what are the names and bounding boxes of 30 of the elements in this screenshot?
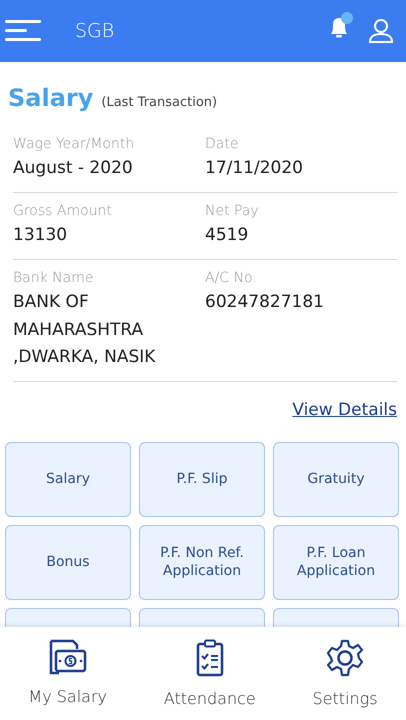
menu-tile[interactable]: P.F. Non Ref. Application bbox=[139, 524, 265, 600]
money-icon bbox=[48, 639, 87, 675]
menu-icon[interactable] bbox=[5, 20, 41, 42]
section-subtitle: (Last Transaction) bbox=[101, 95, 218, 110]
settings-icon bbox=[326, 639, 364, 677]
menu-tile[interactable]: P.F. Slip bbox=[139, 442, 265, 517]
field-label: Net Pay bbox=[205, 203, 260, 220]
field-label: Gross Amount bbox=[13, 203, 113, 220]
field-value: BANK OF MAHARASHTRA ,DWARKA, NASIK bbox=[13, 291, 156, 369]
field-label: A/C No. bbox=[205, 270, 258, 286]
field-label: Date bbox=[205, 136, 240, 152]
menu-tile[interactable]: Salary bbox=[5, 442, 131, 517]
section-title: Salary bbox=[8, 84, 94, 112]
app-title: SGB bbox=[75, 20, 114, 42]
field-label: Bank Name bbox=[13, 270, 94, 286]
menu-tile[interactable]: P.F. Loan Application bbox=[273, 524, 399, 600]
field-value: 60247827181 bbox=[205, 291, 325, 314]
nav-item[interactable]: Attendance bbox=[158, 627, 262, 720]
menu-tile[interactable]: Gratuity bbox=[273, 442, 399, 517]
nav-item[interactable]: Settings bbox=[306, 627, 384, 720]
user-icon[interactable] bbox=[368, 18, 394, 44]
field-value: 17/11/2020 bbox=[205, 157, 304, 180]
view-details-link[interactable]: View Details bbox=[292, 400, 397, 420]
field-value: 13130 bbox=[13, 224, 68, 248]
field-value: August - 2020 bbox=[13, 157, 134, 180]
menu-tile[interactable]: Bonus bbox=[5, 524, 131, 600]
nav-item[interactable]: My Salary bbox=[22, 627, 114, 720]
field-label: Wage Year/Month bbox=[13, 136, 136, 152]
field-value: 4519 bbox=[205, 224, 250, 248]
checklist-icon bbox=[196, 639, 224, 677]
